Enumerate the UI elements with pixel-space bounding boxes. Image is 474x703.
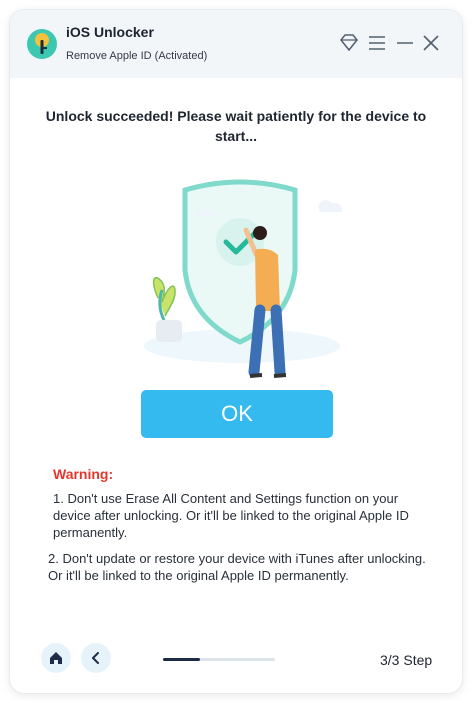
back-button[interactable] (81, 643, 111, 673)
warning-item-1: 1. Don't use Erase All Content and Setti… (53, 491, 409, 540)
chevron-left-icon (92, 652, 99, 664)
menu-icon[interactable] (366, 32, 388, 54)
success-headline: Unlock succeeded! Please wait patiently … (45, 108, 427, 144)
warning-title: Warning: (53, 466, 114, 482)
home-icon (50, 652, 62, 664)
step-progress-bar (163, 658, 275, 661)
title-bar: iOS Unlocker Remove Apple ID (Activated) (10, 10, 462, 78)
home-button[interactable] (41, 643, 71, 673)
warning-item-2: 2. Don't update or restore your device w… (48, 551, 426, 583)
ok-button[interactable]: OK (141, 390, 333, 438)
app-title: iOS Unlocker (66, 24, 154, 40)
app-window: iOS Unlocker Remove Apple ID (Activated)… (10, 10, 462, 693)
step-progress-fill (163, 658, 200, 661)
app-logo-icon (27, 29, 57, 59)
unlock-success-illustration (144, 179, 342, 378)
diamond-icon[interactable] (338, 32, 360, 54)
close-icon[interactable] (420, 32, 442, 54)
minimize-icon[interactable] (394, 32, 416, 54)
app-subtitle: Remove Apple ID (Activated) (66, 50, 208, 62)
step-indicator: 3/3 Step (380, 652, 433, 668)
